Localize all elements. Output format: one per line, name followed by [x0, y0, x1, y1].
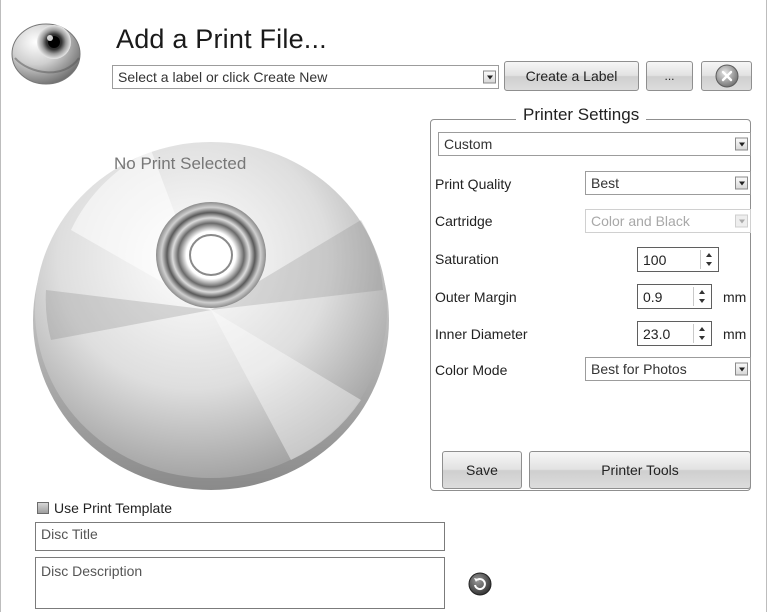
- use-print-template-label: Use Print Template: [54, 500, 173, 516]
- outer-margin-value: 0.9: [643, 288, 663, 305]
- disc-title-field[interactable]: Disc Title: [35, 522, 445, 551]
- color-mode-dropdown[interactable]: Best for Photos: [585, 357, 751, 381]
- print-quality-value: Best: [591, 175, 620, 191]
- spin-down-icon[interactable]: [694, 334, 709, 344]
- chevron-down-icon[interactable]: [483, 70, 496, 84]
- printer-tools-button[interactable]: Printer Tools: [529, 451, 751, 489]
- close-button[interactable]: [701, 61, 752, 91]
- printer-profile-value: Custom: [444, 136, 493, 152]
- refresh-icon[interactable]: [467, 571, 493, 597]
- save-button[interactable]: Save: [442, 451, 522, 489]
- color-mode-label: Color Mode: [435, 362, 508, 378]
- printer-profile-dropdown[interactable]: Custom: [438, 132, 751, 156]
- spin-up-icon[interactable]: [694, 324, 709, 334]
- chevron-down-icon: [735, 214, 748, 228]
- saturation-stepper[interactable]: 100: [637, 247, 719, 272]
- print-quality-label: Print Quality: [435, 176, 512, 192]
- outer-margin-spin-buttons[interactable]: [693, 287, 709, 306]
- saturation-value: 100: [643, 251, 667, 268]
- chevron-down-icon[interactable]: [735, 362, 748, 376]
- inner-diameter-label: Inner Diameter: [435, 326, 528, 342]
- saturation-label: Saturation: [435, 251, 499, 267]
- add-print-file-window: Add a Print File... Select a label or cl…: [0, 0, 767, 612]
- disc-app-icon: [11, 23, 81, 85]
- outer-margin-label: Outer Margin: [435, 289, 517, 305]
- chevron-down-icon[interactable]: [735, 176, 748, 190]
- cartridge-value: Color and Black: [591, 213, 690, 229]
- outer-margin-stepper[interactable]: 0.9: [637, 284, 712, 309]
- color-mode-value: Best for Photos: [591, 361, 687, 377]
- inner-diameter-value: 23.0: [643, 325, 671, 342]
- printer-settings-title: Printer Settings: [516, 105, 647, 125]
- no-print-selected-label: No Print Selected: [114, 154, 247, 173]
- outer-margin-unit: mm: [723, 289, 747, 305]
- label-select-value: Select a label or click Create New: [118, 69, 328, 85]
- inner-diameter-unit: mm: [723, 326, 747, 342]
- cartridge-label: Cartridge: [435, 213, 493, 229]
- cartridge-dropdown: Color and Black: [585, 209, 751, 233]
- close-x-icon: [715, 64, 738, 88]
- spin-down-icon[interactable]: [694, 297, 709, 307]
- create-label-button[interactable]: Create a Label: [504, 61, 639, 91]
- inner-diameter-spin-buttons[interactable]: [693, 324, 709, 343]
- spin-down-icon[interactable]: [701, 260, 716, 270]
- inner-diameter-stepper[interactable]: 23.0: [637, 321, 712, 346]
- disc-description-field[interactable]: Disc Description: [35, 557, 445, 609]
- use-print-template-toggle[interactable]: Use Print Template: [37, 500, 172, 516]
- spin-up-icon[interactable]: [694, 287, 709, 297]
- print-quality-dropdown[interactable]: Best: [585, 171, 751, 195]
- spin-up-icon[interactable]: [701, 250, 716, 260]
- saturation-spin-buttons[interactable]: [700, 250, 716, 269]
- label-select-dropdown[interactable]: Select a label or click Create New: [112, 65, 499, 89]
- use-print-template-checkbox[interactable]: [37, 502, 49, 514]
- window-title: Add a Print File...: [116, 24, 327, 54]
- browse-button[interactable]: ...: [646, 61, 693, 91]
- chevron-down-icon[interactable]: [735, 137, 748, 151]
